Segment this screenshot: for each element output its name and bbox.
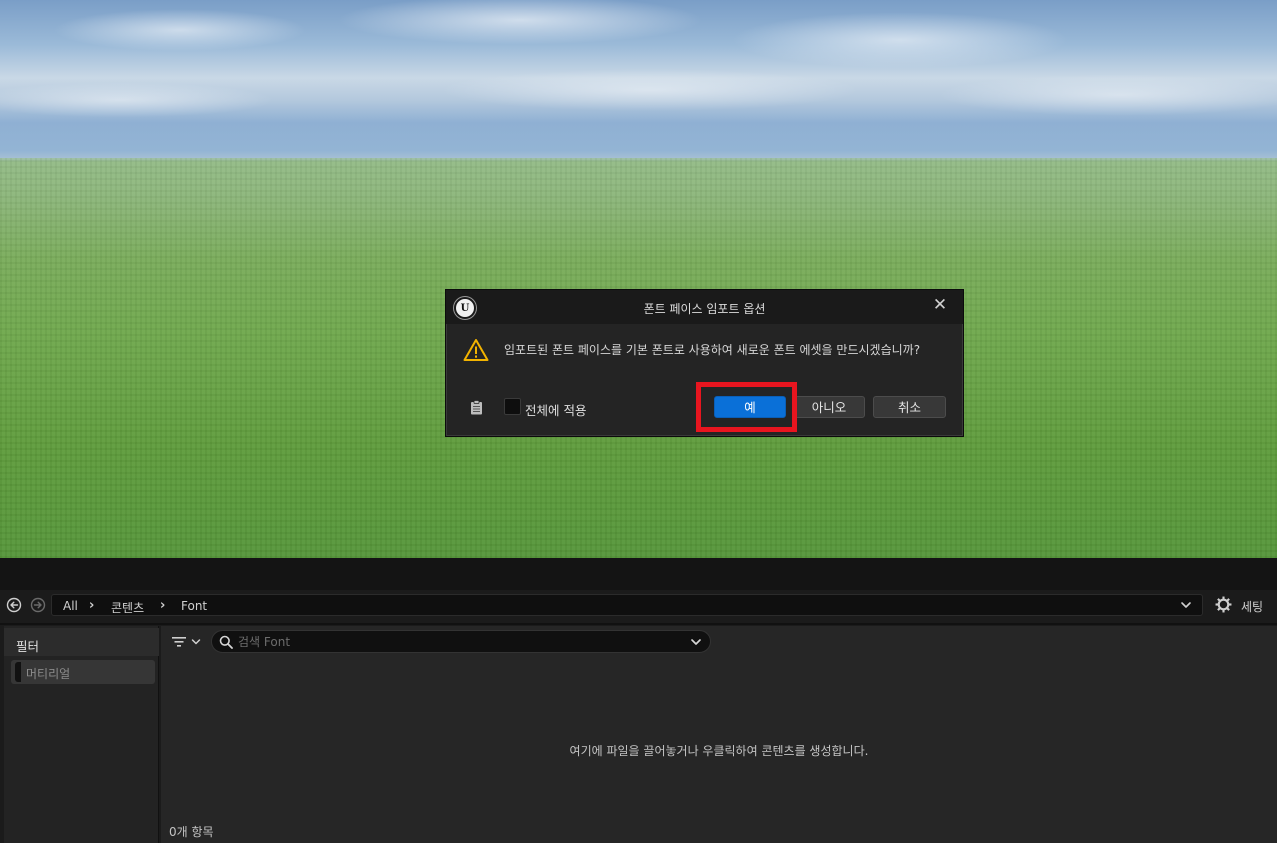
chevron-down-icon[interactable] [690, 636, 702, 648]
search-input[interactable] [238, 633, 678, 650]
filter-item-swatch [15, 662, 21, 682]
chevron-down-icon[interactable] [191, 637, 201, 647]
content-browser: All › 콘텐츠 › Font 세팅 필터 머티리얼 검색 Font 여기에 … [0, 590, 1277, 843]
filter-header: 필터 [4, 628, 159, 656]
back-arrow-icon[interactable] [6, 597, 22, 613]
level-viewport[interactable] [0, 0, 1277, 558]
breadcrumb-content[interactable]: 콘텐츠 [111, 599, 144, 616]
filter-icon[interactable] [171, 635, 187, 649]
asset-view[interactable]: 여기에 파일을 끌어놓거나 우클릭하여 콘텐츠를 생성합니다. 0개 항목 [161, 626, 1277, 843]
sky-clouds [0, 0, 1277, 150]
chevron-down-icon[interactable] [1180, 599, 1192, 611]
filter-item-material[interactable]: 머티리얼 [11, 660, 155, 684]
breadcrumb-all[interactable]: All [63, 599, 78, 613]
filter-item-label: 머티리얼 [26, 667, 71, 681]
warning-icon [463, 339, 489, 361]
empty-asset-message: 여기에 파일을 끌어놓거나 우클릭하여 콘텐츠를 생성합니다. [569, 744, 869, 758]
filter-title: 필터 [16, 639, 40, 654]
toolbar-divider [0, 623, 1277, 625]
apply-all-checkbox[interactable] [504, 398, 521, 415]
dialog-titlebar[interactable]: U 폰트 페이스 임포트 옵션 ✕ [446, 290, 963, 324]
apply-all-label: 전체에 적용 [525, 403, 587, 418]
item-count: 0개 항목 [169, 825, 214, 839]
dialog-title: 폰트 페이스 임포트 옵션 [643, 302, 766, 316]
search-box [211, 630, 711, 653]
close-icon[interactable]: ✕ [931, 296, 949, 314]
settings-button[interactable]: 세팅 [1241, 598, 1263, 615]
forward-arrow-icon[interactable] [30, 597, 46, 613]
no-button[interactable]: 아니오 [793, 396, 865, 418]
clipboard-icon[interactable] [470, 400, 483, 415]
cancel-button[interactable]: 취소 [873, 396, 946, 418]
chevron-right-icon[interactable]: › [89, 598, 94, 613]
breadcrumb: All › 콘텐츠 › Font [51, 594, 1203, 616]
breadcrumb-font[interactable]: Font [181, 599, 207, 613]
yes-button-highlight-box [696, 382, 797, 432]
search-icon [219, 635, 233, 649]
viewport-bottom-band [0, 558, 1277, 590]
chevron-right-icon[interactable]: › [160, 598, 165, 613]
filter-panel: 필터 머티리얼 [4, 626, 159, 843]
gear-icon[interactable] [1215, 596, 1232, 613]
dialog-message: 임포트된 폰트 페이스를 기본 폰트로 사용하여 새로운 폰트 에셋을 만드시겠… [504, 343, 921, 357]
